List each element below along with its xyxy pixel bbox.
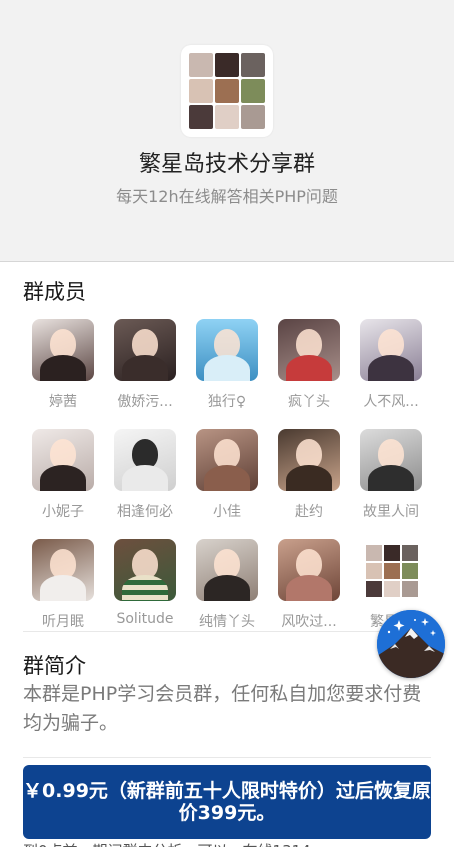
member-item[interactable]: 听月眠 <box>23 539 103 631</box>
member-name: 小妮子 <box>42 504 84 520</box>
member-item[interactable]: 纯情丫头 <box>187 539 267 631</box>
member-avatar <box>114 539 176 601</box>
member-name: 相逢何必 <box>117 504 173 520</box>
member-item[interactable]: 故里人间 <box>351 429 431 521</box>
member-avatar <box>278 319 340 381</box>
starry-mountain-icon[interactable] <box>377 610 445 678</box>
member-item[interactable]: 风吹过... <box>269 539 349 631</box>
member-name: 纯情丫头 <box>199 614 255 630</box>
member-item[interactable]: 婷茜 <box>23 319 103 411</box>
member-item[interactable]: 小佳 <box>187 429 267 521</box>
member-item[interactable]: 赴约 <box>269 429 349 521</box>
member-avatar <box>360 429 422 491</box>
member-avatar <box>196 319 258 381</box>
group-avatar <box>181 45 273 137</box>
member-item[interactable]: Solitude <box>105 539 185 627</box>
member-avatar <box>114 319 176 381</box>
group-name: 繁星岛技术分享群 <box>138 152 315 177</box>
member-item[interactable]: 相逢何必 <box>105 429 185 521</box>
buy-button[interactable]: ￥0.99元（新群前五十人限时特价）过后恢复原价399元。 <box>23 765 431 839</box>
member-avatar <box>196 539 258 601</box>
divider <box>23 757 431 758</box>
group-header: 繁星岛技术分享群 每天12h在线解答相关PHP问题 <box>0 0 454 262</box>
divider <box>23 631 431 632</box>
member-avatar <box>278 429 340 491</box>
member-item[interactable]: 疯丫头 <box>269 319 349 411</box>
member-name: 婷茜 <box>49 394 77 410</box>
member-item[interactable]: 独行♀ <box>187 319 267 411</box>
member-avatar <box>32 319 94 381</box>
member-name: Solitude <box>116 611 174 627</box>
member-name: 风吹过... <box>281 614 337 630</box>
members-title: 群成员 <box>23 280 86 304</box>
member-name: 疯丫头 <box>288 394 330 410</box>
member-avatar <box>278 539 340 601</box>
member-name: 赴约 <box>295 504 323 520</box>
member-name: 小佳 <box>213 504 241 520</box>
intro-title: 群简介 <box>23 654 86 678</box>
member-item[interactable]: 小妮子 <box>23 429 103 521</box>
member-avatar <box>360 319 422 381</box>
member-avatar <box>196 429 258 491</box>
group-share-page: 繁星岛技术分享群 每天12h在线解答相关PHP问题 群成员 婷茜 傲娇污... … <box>0 0 454 847</box>
member-avatar <box>32 539 94 601</box>
member-avatar <box>360 539 422 601</box>
member-name: 独行♀ <box>207 394 247 410</box>
purchase-note: 到0点前，期间群内分析，可以，在线1314… <box>23 840 431 847</box>
member-name: 听月眠 <box>42 614 84 630</box>
member-item[interactable]: 人不风... <box>351 319 431 411</box>
member-name: 傲娇污... <box>117 394 173 410</box>
member-avatar <box>32 429 94 491</box>
intro-text: 本群是PHP学习会员群，任何私自加您要求付费均为骗子。 <box>23 683 422 734</box>
group-subtitle: 每天12h在线解答相关PHP问题 <box>116 187 338 206</box>
member-item[interactable]: 傲娇污... <box>105 319 185 411</box>
member-name: 故里人间 <box>363 504 419 520</box>
member-name: 人不风... <box>363 394 419 410</box>
member-avatar <box>114 429 176 491</box>
group-avatar-mosaic <box>189 53 265 129</box>
